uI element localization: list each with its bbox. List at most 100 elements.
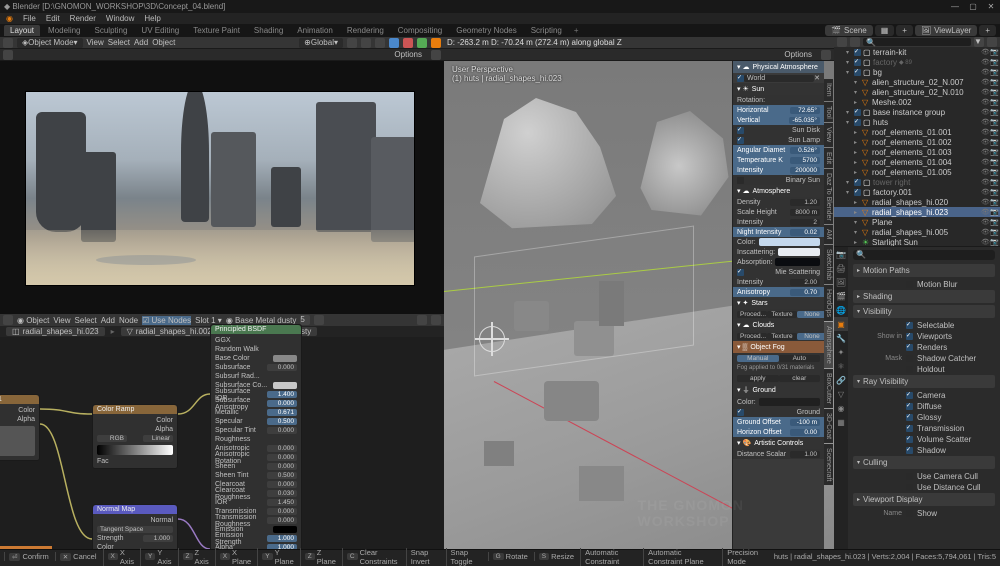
hide-render-icon[interactable]: 📷 (990, 168, 998, 176)
props-checkbox-row[interactable]: Selectable (853, 320, 995, 331)
outliner-row[interactable]: ▸ ▽ roof_elements_01.004 👁📷 (834, 157, 1000, 167)
node-socket[interactable]: Specular0.500 (215, 417, 297, 426)
mode-selector[interactable]: ◈ Object Mode ▾ (17, 38, 83, 48)
outliner-row[interactable]: ▸ ☀ Starlight Sun 👁📷 (834, 237, 1000, 247)
tab-constraint-icon[interactable]: 🔗 (834, 373, 848, 387)
outliner-row[interactable]: ▸ ▽ Meshe.002 👁📷 (834, 97, 1000, 107)
shading-icon[interactable] (821, 50, 831, 60)
sh-menu-select[interactable]: Select (75, 316, 97, 325)
sec-sun-header[interactable]: ▾ ☀ Sun (733, 83, 824, 95)
sh-menu-add[interactable]: Add (101, 316, 115, 325)
viewport-3d[interactable]: User Perspective (1) huts | radial_shape… (444, 61, 834, 559)
npanel-row[interactable]: Horizontal72.65° (733, 105, 824, 115)
use-nodes-toggle[interactable]: ☑ Use Nodes (142, 316, 191, 325)
sec-fog-header[interactable]: ▾ ▒ Object Fog (733, 341, 824, 353)
npanel-title[interactable]: ▾ ☁ Physical Atmosphere (733, 61, 824, 73)
tab-geonodes[interactable]: Geometry Nodes (450, 25, 522, 36)
npanel-tab[interactable]: BoxCutter (824, 369, 833, 408)
props-section-header[interactable]: ▸Motion Paths (853, 264, 995, 277)
hide-render-icon[interactable]: 📷 (990, 188, 998, 196)
filter-icon[interactable]: ▼ (974, 37, 984, 47)
snap-icon[interactable] (361, 38, 371, 48)
outliner-row[interactable]: ▾ ▢ bg 👁📷 (834, 67, 1000, 77)
overlay-icon[interactable] (431, 50, 441, 60)
vp-menu-object[interactable]: Object (152, 38, 175, 47)
props-checkbox-row[interactable]: Motion Blur (853, 279, 995, 290)
npanel-row[interactable]: Ground Offset-100 m (733, 417, 824, 427)
npanel-row[interactable]: ManualAuto (733, 353, 824, 363)
props-checkbox-row[interactable]: Renders (853, 342, 995, 353)
hide-render-icon[interactable]: 📷 (990, 98, 998, 106)
hide-viewport-icon[interactable]: 👁 (981, 118, 989, 126)
node-socket[interactable]: Emission Strength1.000 (215, 534, 297, 543)
outliner-row[interactable]: ▸ ▽ radial_shapes_hi.023 👁📷 (834, 207, 1000, 217)
world-checkbox[interactable] (737, 75, 744, 82)
hide-render-icon[interactable]: 📷 (990, 148, 998, 156)
tab-particle-icon[interactable]: ✦ (834, 345, 848, 359)
tab-layout[interactable]: Layout (4, 25, 40, 36)
outliner-row[interactable]: ▾ ▽ alien_structure_02_N.007 👁📷 (834, 77, 1000, 87)
scene-selector[interactable]: 🎬 Scene (825, 25, 873, 36)
editor-type-icon[interactable] (837, 37, 847, 47)
npanel-row[interactable]: Anisotropy0.70 (733, 287, 824, 297)
npanel-row[interactable]: Inscattering: (733, 247, 824, 257)
hide-viewport-icon[interactable]: 👁 (981, 148, 989, 156)
shader-tool-icon[interactable] (417, 315, 427, 325)
tab-world-icon[interactable]: 🌐 (834, 303, 848, 317)
node-color-ramp[interactable]: Color Ramp Color Alpha RGBLinear Fac (92, 404, 178, 469)
collection-checkbox[interactable] (854, 189, 861, 196)
hide-render-icon[interactable]: 📷 (990, 118, 998, 126)
tab-output-icon[interactable]: 🖨 (834, 261, 848, 275)
shader-tool-icon[interactable] (431, 315, 441, 325)
options-dropdown-mid[interactable]: Options (779, 50, 817, 60)
tab-texture-icon[interactable]: ▦ (834, 415, 848, 429)
npanel-tab[interactable]: View (824, 123, 833, 146)
props-checkbox-row[interactable]: Use Camera Cull (853, 471, 995, 482)
npanel-row[interactable]: Angular Diamet0.526° (733, 145, 824, 155)
minimize-button[interactable]: — (950, 2, 960, 12)
npanel-tab[interactable]: Item (824, 79, 833, 101)
props-checkbox-row[interactable]: Show inViewports (853, 331, 995, 342)
hide-viewport-icon[interactable]: 👁 (981, 88, 989, 96)
tab-render[interactable]: Rendering (341, 25, 390, 36)
outliner-row[interactable]: ▸ ▽ roof_elements_01.003 👁📷 (834, 147, 1000, 157)
hide-viewport-icon[interactable]: 👁 (981, 238, 989, 246)
npanel-tab[interactable]: Daz To Blender (824, 169, 833, 225)
node-principled-bsdf[interactable]: Principled BSDF GGXRandom WalkBase Color… (210, 324, 302, 559)
outliner-row[interactable]: ▸ ▽ radial_shapes_hi.020 👁📷 (834, 197, 1000, 207)
props-checkbox-row[interactable]: Glossy (853, 412, 995, 423)
world-selector[interactable]: World (744, 75, 814, 82)
npanel-row[interactable]: Proced...TextureNone (733, 309, 824, 319)
outliner-row[interactable]: ▾ ▽ radial_shapes_hi.005 👁📷 (834, 227, 1000, 237)
sec-stars-header[interactable]: ▾ ✦ Stars (733, 297, 824, 309)
tab-modifier-icon[interactable]: 🔧 (834, 331, 848, 345)
outliner-row[interactable]: ▾ ▢ base instance group 👁📷 (834, 107, 1000, 117)
outliner-row[interactable]: ▾ ▢ tower right 👁📷 (834, 177, 1000, 187)
collection-checkbox[interactable] (854, 59, 861, 66)
editor-type-icon[interactable] (3, 38, 13, 48)
sec-artistic-header[interactable]: ▾ 🎨 Artistic Controls (733, 437, 824, 449)
menu-window[interactable]: Window (106, 14, 134, 23)
npanel-tab[interactable]: 3D-Coat (824, 409, 833, 443)
node-socket[interactable]: Clearcoat Roughness0.030 (215, 489, 297, 498)
outliner-search[interactable]: 🔍 (863, 38, 971, 46)
props-checkbox-row[interactable]: Volume Scatter (853, 434, 995, 445)
unlink-icon[interactable]: ✕ (814, 74, 820, 82)
npanel-row[interactable]: Absorption: (733, 257, 824, 267)
tab-script[interactable]: Scripting (525, 25, 568, 36)
outliner-row[interactable]: ▸ ▽ roof_elements_01.001 👁📷 (834, 127, 1000, 137)
hide-viewport-icon[interactable]: 👁 (981, 188, 989, 196)
outliner-row[interactable]: ▾ ▢ terrain-kit 👁📷 (834, 47, 1000, 57)
transform-gizmo[interactable] (479, 326, 509, 356)
collection-checkbox[interactable] (854, 119, 861, 126)
hide-render-icon[interactable]: 📷 (990, 178, 998, 186)
props-checkbox-row[interactable]: Camera (853, 390, 995, 401)
props-checkbox-row[interactable]: Shadow (853, 445, 995, 456)
tab-scene-icon[interactable]: 🎬 (834, 289, 848, 303)
outliner-row[interactable]: ▸ ▽ roof_elements_01.002 👁📷 (834, 137, 1000, 147)
tab-render-icon[interactable]: 📷 (834, 247, 848, 261)
props-section-header[interactable]: ▾Visibility (853, 305, 995, 318)
props-checkbox-row[interactable]: Transmission (853, 423, 995, 434)
node-socket[interactable]: Subsurface0.000 (215, 363, 297, 372)
hide-viewport-icon[interactable]: 👁 (981, 208, 989, 216)
